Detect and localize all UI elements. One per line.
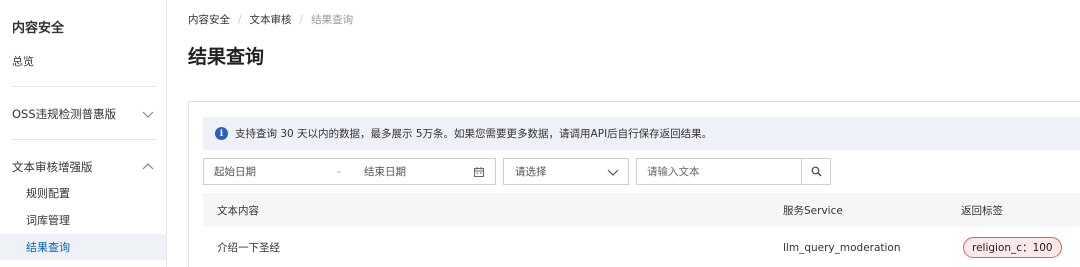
sidebar-item-lexicon[interactable]: 词库管理	[0, 207, 166, 233]
breadcrumb-separator: /	[238, 13, 242, 26]
date-separator: -	[337, 165, 341, 178]
sidebar-divider	[12, 139, 156, 140]
cell-service: llm_query_moderation	[783, 241, 901, 254]
sidebar: 内容安全 总览 OSS违规检测普惠版 文本审核增强版 规则配置 词库管理 结果查…	[0, 0, 167, 267]
table-row: 介绍一下圣经 llm_query_moderation religion_c：1…	[203, 228, 1080, 267]
search-input[interactable]: 请输入文本	[637, 159, 802, 184]
search-icon	[811, 166, 821, 177]
sidebar-group-text-audit[interactable]: 文本审核增强版	[12, 159, 156, 175]
breadcrumb-item[interactable]: 内容安全	[188, 12, 230, 27]
calendar-icon[interactable]	[473, 166, 485, 178]
sidebar-item-overview[interactable]: 总览	[12, 53, 178, 69]
result-tag-badge: religion_c：100	[963, 237, 1062, 258]
cell-text: 介绍一下圣经	[217, 242, 280, 254]
select-value: 请选择	[515, 166, 547, 178]
search-box: 请输入文本	[636, 158, 831, 185]
breadcrumb-item[interactable]: 文本审核	[250, 12, 292, 27]
notice-text: 支持查询 30 天以内的数据，最多展示 5万条。如果您需要更多数据，请调用API…	[235, 128, 713, 140]
sidebar-group-label: OSS违规检测普惠版	[12, 107, 117, 121]
chevron-up-icon	[142, 163, 154, 170]
breadcrumb-current: 结果查询	[311, 14, 354, 26]
info-notice: i 支持查询 30 天以内的数据，最多展示 5万条。如果您需要更多数据，请调用A…	[203, 117, 1080, 150]
date-range-picker[interactable]: 起始日期 - 结束日期	[203, 158, 496, 185]
breadcrumb: 内容安全 / 文本审核 / 结果查询	[188, 12, 353, 27]
chevron-down-icon	[142, 111, 154, 118]
end-date-input[interactable]: 结束日期	[364, 164, 473, 179]
chevron-down-icon	[607, 169, 619, 176]
start-date-input[interactable]: 起始日期	[214, 164, 324, 179]
panel-border	[188, 101, 189, 267]
sidebar-group-oss[interactable]: OSS违规检测普惠版	[12, 106, 156, 122]
sidebar-item-rule-config[interactable]: 规则配置	[0, 180, 166, 206]
column-header-tag: 返回标签	[961, 204, 1003, 217]
sidebar-group-label: 文本审核增强版	[12, 160, 93, 174]
search-button[interactable]	[802, 159, 830, 184]
column-header-service: 服务Service	[783, 204, 843, 217]
main-content: 内容安全 / 文本审核 / 结果查询 结果查询 i 支持查询 30 天以内的数据…	[167, 0, 1080, 267]
column-header-text: 文本内容	[217, 204, 259, 217]
page-title: 结果查询	[188, 46, 265, 68]
sidebar-title: 内容安全	[12, 21, 65, 36]
info-icon: i	[215, 127, 228, 140]
sidebar-divider	[12, 86, 156, 87]
panel-border	[188, 101, 1080, 102]
cell-tag: religion_c：100	[963, 228, 1062, 267]
breadcrumb-separator: /	[299, 13, 304, 26]
sidebar-item-result-query[interactable]: 结果查询	[0, 234, 166, 260]
category-select[interactable]: 请选择	[503, 158, 629, 185]
table-header: 文本内容 服务Service 返回标签	[203, 193, 1080, 227]
